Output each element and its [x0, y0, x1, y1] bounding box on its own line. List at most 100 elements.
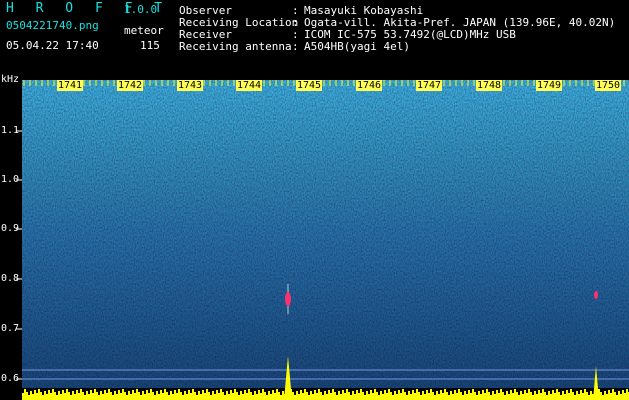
signal-bar	[180, 392, 182, 400]
signal-bar	[108, 389, 110, 400]
signal-bar	[416, 389, 418, 400]
signal-bar	[402, 389, 404, 400]
signal-bar	[620, 394, 622, 400]
freq-tick-0-6: 0.6	[1, 373, 20, 384]
signal-bar	[406, 395, 408, 400]
signal-bar	[394, 391, 396, 400]
signal-bar	[70, 395, 72, 400]
signal-bar	[510, 390, 512, 400]
signal-bar	[476, 395, 478, 400]
signal-bar	[102, 394, 104, 400]
signal-bar	[438, 394, 440, 400]
signal-bar	[566, 390, 568, 400]
signal-bar	[618, 391, 620, 400]
signal-bar	[200, 394, 202, 400]
signal-bar	[576, 391, 578, 400]
signal-bar	[422, 391, 424, 400]
signal-bar	[352, 391, 354, 400]
signal-bar	[518, 395, 520, 400]
signal-bar	[420, 395, 422, 400]
signal-bar	[534, 391, 536, 400]
signal-bar	[76, 390, 78, 400]
signal-bar	[384, 390, 386, 400]
signal-bar	[264, 392, 266, 400]
signal-bar	[530, 392, 532, 400]
signal-bar	[134, 393, 136, 400]
signal-bar	[434, 395, 436, 400]
signal-bar	[164, 389, 166, 400]
signal-bar	[270, 394, 272, 400]
signal-bar	[52, 389, 54, 400]
signal-bar	[478, 391, 480, 400]
signal-bar	[408, 391, 410, 400]
signal-bar	[540, 393, 542, 400]
signal-bar	[340, 394, 342, 400]
signal-bar	[392, 395, 394, 400]
signal-bar	[590, 391, 592, 400]
signal-bar	[542, 389, 544, 400]
signal-bar	[516, 392, 518, 400]
signal-bar	[142, 391, 144, 400]
signal-bar	[488, 392, 490, 400]
signal-bar	[454, 390, 456, 400]
signal-bar	[190, 393, 192, 400]
signal-bar	[524, 390, 526, 400]
signal-bar	[138, 392, 140, 400]
signal-bar	[166, 392, 168, 400]
signal-bar	[450, 391, 452, 400]
hroft-window: H R O F F T 1.0.0 0504221740.png meteor …	[0, 0, 629, 400]
signal-bar	[174, 390, 176, 400]
signal-bar	[42, 395, 44, 400]
signal-bar	[472, 389, 474, 400]
signal-bar	[612, 389, 614, 400]
signal-bar	[198, 391, 200, 400]
signal-bar	[86, 391, 88, 400]
freq-tick-0-8: 0.8	[1, 273, 20, 284]
signal-bar	[418, 392, 420, 400]
signal-bar	[74, 394, 76, 400]
time-label-1744: 1744	[236, 80, 263, 91]
signal-bar	[410, 394, 412, 400]
signal-bar	[280, 395, 282, 400]
signal-bar	[88, 394, 90, 400]
signal-bar	[170, 391, 172, 400]
signal-bar	[212, 391, 214, 400]
signal-bar	[368, 394, 370, 400]
signal-bar	[468, 390, 470, 400]
time-label-1748: 1748	[476, 80, 503, 91]
signal-bar	[62, 390, 64, 400]
signal-bar	[66, 389, 68, 400]
signal-bar	[564, 394, 566, 400]
signal-bar	[388, 389, 390, 400]
signal-bar	[196, 395, 198, 400]
signal-bar	[600, 392, 602, 400]
signal-bar	[136, 389, 138, 400]
signal-bar	[536, 394, 538, 400]
signal-bar	[130, 394, 132, 400]
signal-bar	[604, 391, 606, 400]
freq-tick-0-7: 0.7	[1, 323, 20, 334]
signal-bar	[398, 390, 400, 400]
signal-bar	[374, 389, 376, 400]
signal-bar	[26, 392, 28, 400]
signal-bar	[562, 391, 564, 400]
signal-bar	[156, 391, 158, 400]
signal-bar	[244, 390, 246, 400]
signal-bar	[48, 390, 50, 400]
time-label-1742: 1742	[117, 80, 144, 91]
signal-bar	[64, 393, 66, 400]
signal-bar	[500, 389, 502, 400]
freq-tick-0-9: 0.9	[1, 223, 20, 234]
signal-bar	[498, 393, 500, 400]
signal-bar	[400, 393, 402, 400]
signal-bar	[216, 390, 218, 400]
signal-bar	[624, 393, 626, 400]
signal-bar	[148, 393, 150, 400]
signal-bar	[236, 392, 238, 400]
signal-bar	[272, 390, 274, 400]
signal-bar	[572, 392, 574, 400]
signal-bar	[342, 390, 344, 400]
signal-bar	[54, 392, 56, 400]
signal-bar	[50, 393, 52, 400]
signal-bar	[120, 393, 122, 400]
